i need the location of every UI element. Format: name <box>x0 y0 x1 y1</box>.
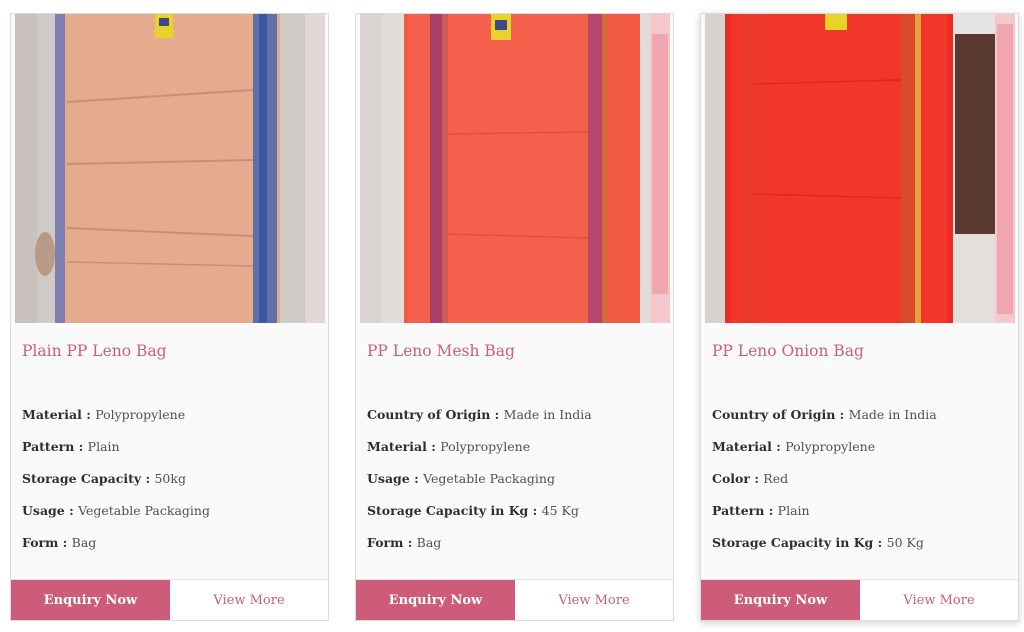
spec-label: Material <box>712 439 772 454</box>
spec-row: Form : Bag <box>367 535 442 550</box>
spec-row: Storage Capacity in Kg : 45 Kg <box>367 503 579 518</box>
spec-label: Country of Origin <box>712 407 836 422</box>
spec-value: Made in India <box>503 407 592 422</box>
enquiry-now-button[interactable]: Enquiry Now <box>11 580 170 620</box>
spec-row: Material : Polypropylene <box>367 439 531 454</box>
spec-label: Usage <box>367 471 410 486</box>
spec-value: Polypropylene <box>95 407 186 422</box>
spec-label: Usage <box>22 503 65 518</box>
view-more-button[interactable]: View More <box>170 580 328 620</box>
spec-value: Red <box>763 471 789 486</box>
card-actions: Enquiry Now View More <box>356 579 673 620</box>
spec-value: Vegetable Packaging <box>78 503 210 518</box>
spec-label: Color <box>712 471 750 486</box>
spec-row: Pattern : Plain <box>712 503 810 518</box>
spec-label: Country of Origin <box>367 407 491 422</box>
spec-value: Plain <box>777 503 810 518</box>
spec-value: 45 Kg <box>541 503 579 518</box>
spec-row: Form : Bag <box>22 535 97 550</box>
product-title[interactable]: Plain PP Leno Bag <box>22 342 167 360</box>
spec-value: Bag <box>71 535 97 550</box>
red-mesh-bag-photo <box>360 14 670 323</box>
red-onion-bag-photo <box>705 14 1015 323</box>
product-card[interactable]: PP Leno Mesh Bag Country of Origin : Mad… <box>355 13 674 621</box>
spec-label: Pattern <box>712 503 765 518</box>
spec-label: Storage Capacity in Kg <box>367 503 529 518</box>
product-image[interactable] <box>15 14 325 323</box>
spec-value: Polypropylene <box>785 439 876 454</box>
spec-value: 50 Kg <box>886 535 924 550</box>
spec-row: Storage Capacity : 50kg <box>22 471 186 486</box>
product-image[interactable] <box>360 14 670 323</box>
card-actions: Enquiry Now View More <box>11 579 328 620</box>
spec-value: Made in India <box>848 407 937 422</box>
spec-value: Vegetable Packaging <box>423 471 555 486</box>
spec-row: Usage : Vegetable Packaging <box>367 471 555 486</box>
orange-leno-bag-photo <box>15 14 325 323</box>
enquiry-now-button[interactable]: Enquiry Now <box>356 580 515 620</box>
spec-label: Pattern <box>22 439 75 454</box>
spec-row: Country of Origin : Made in India <box>712 407 937 422</box>
spec-label: Form <box>22 535 59 550</box>
spec-list: Country of Origin : Made in India Materi… <box>367 407 592 567</box>
spec-row: Color : Red <box>712 471 789 486</box>
spec-value: 50kg <box>154 471 186 486</box>
product-card[interactable]: PP Leno Onion Bag Country of Origin : Ma… <box>700 13 1019 621</box>
enquiry-now-button[interactable]: Enquiry Now <box>701 580 860 620</box>
spec-label: Storage Capacity <box>22 471 142 486</box>
product-title[interactable]: PP Leno Mesh Bag <box>367 342 515 360</box>
product-card[interactable]: Plain PP Leno Bag Material : Polypropyle… <box>10 13 329 621</box>
spec-value: Plain <box>87 439 120 454</box>
spec-row: Material : Polypropylene <box>22 407 186 422</box>
spec-value: Polypropylene <box>440 439 531 454</box>
spec-row: Material : Polypropylene <box>712 439 876 454</box>
view-more-button[interactable]: View More <box>860 580 1018 620</box>
spec-label: Material <box>22 407 82 422</box>
spec-row: Storage Capacity in Kg : 50 Kg <box>712 535 924 550</box>
spec-label: Storage Capacity in Kg <box>712 535 874 550</box>
spec-list: Material : Polypropylene Pattern : Plain… <box>22 407 210 567</box>
spec-row: Country of Origin : Made in India <box>367 407 592 422</box>
spec-value: Bag <box>416 535 442 550</box>
spec-row: Usage : Vegetable Packaging <box>22 503 210 518</box>
card-actions: Enquiry Now View More <box>701 579 1018 620</box>
spec-list: Country of Origin : Made in India Materi… <box>712 407 937 567</box>
spec-label: Material <box>367 439 427 454</box>
spec-row: Pattern : Plain <box>22 439 120 454</box>
product-title[interactable]: PP Leno Onion Bag <box>712 342 864 360</box>
view-more-button[interactable]: View More <box>515 580 673 620</box>
spec-label: Form <box>367 535 404 550</box>
product-image[interactable] <box>705 14 1015 323</box>
